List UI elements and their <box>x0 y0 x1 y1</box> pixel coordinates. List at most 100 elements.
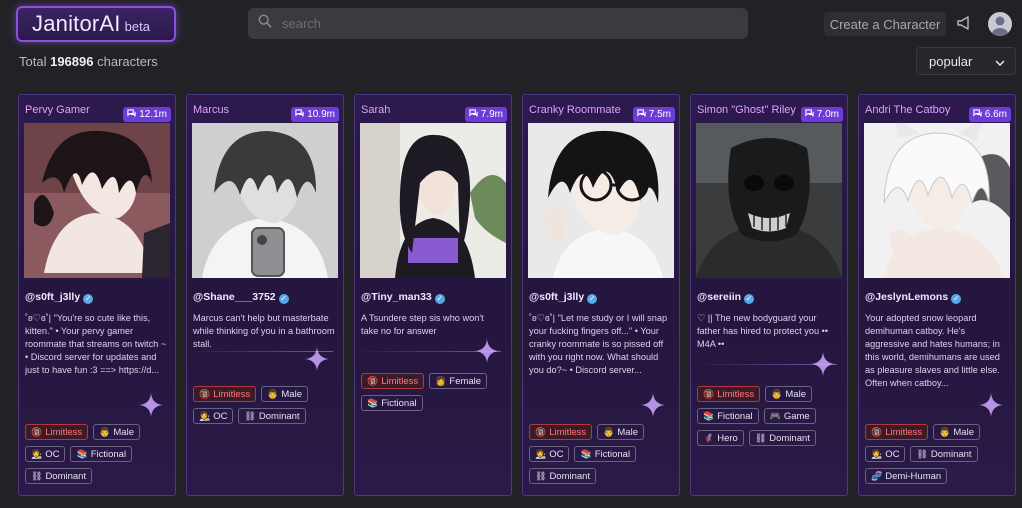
character-card[interactable]: Cranky Roommate 7.5m @s0ft_j3lly ✓ ˚ʚ♡ɞ˚|… <box>522 94 680 496</box>
tag-icon: 👨 <box>267 388 279 399</box>
tag-female[interactable]: 👩 Female <box>429 373 488 389</box>
search-input[interactable] <box>282 16 722 31</box>
tag-fictional[interactable]: 📚 Fictional <box>697 408 759 424</box>
sparkle-icon <box>475 339 499 363</box>
tag-label: Limitless <box>717 388 755 400</box>
sparkle-icon <box>811 352 835 376</box>
janitorai-logo[interactable]: JanitorAI beta <box>16 6 176 42</box>
tag-label: Demi-Human <box>885 470 942 482</box>
character-name[interactable]: Andri The Catboy <box>865 104 950 116</box>
user-avatar[interactable] <box>988 12 1012 36</box>
sort-dropdown[interactable]: popular <box>916 47 1016 75</box>
tag-icon: 📚 <box>703 410 715 421</box>
character-portrait[interactable] <box>528 123 674 278</box>
tag-limitless[interactable]: 🔞 Limitless <box>193 386 257 402</box>
chat-bubble-icon <box>127 109 136 120</box>
character-portrait[interactable] <box>864 123 1010 278</box>
character-portrait[interactable] <box>696 123 842 278</box>
tag-male[interactable]: 👨 Male <box>93 424 140 440</box>
tag-limitless[interactable]: 🔞 Limitless <box>865 424 929 440</box>
author-name[interactable]: @JeslynLemons <box>865 291 948 303</box>
tag-limitless[interactable]: 🔞 Limitless <box>529 424 593 440</box>
tag-label: Limitless <box>381 375 419 387</box>
tag-icon: 🧑‍🎨 <box>31 448 43 459</box>
author-link[interactable]: @s0ft_j3lly ✓ <box>25 291 94 304</box>
tag-limitless[interactable]: 🔞 Limitless <box>25 424 89 440</box>
character-name[interactable]: Marcus <box>193 104 229 116</box>
tag-fictional[interactable]: 📚 Fictional <box>70 446 133 462</box>
character-name[interactable]: Pervy Gamer <box>25 104 90 116</box>
tag-male[interactable]: 👨 Male <box>597 424 644 440</box>
tag-game[interactable]: 🎮 Game <box>763 408 816 424</box>
author-name[interactable]: @sereiin <box>697 291 741 303</box>
author-name[interactable]: @Tiny_man33 <box>361 291 432 303</box>
announcements-icon[interactable] <box>956 15 972 31</box>
tag-icon: 👨 <box>603 426 615 437</box>
character-name[interactable]: Simon "Ghost" Riley <box>697 104 796 116</box>
tag-icon: 👨 <box>771 388 783 399</box>
character-card[interactable]: Marcus 10.9m @Shane___3752 ✓ Marcus can't… <box>186 94 344 496</box>
sort-selected-value: popular <box>929 53 973 69</box>
tag-dominant[interactable]: ⛓ Dominant <box>238 408 306 424</box>
author-link[interactable]: @Tiny_man33 ✓ <box>361 291 445 304</box>
tag-male[interactable]: 👨 Male <box>933 424 980 440</box>
tag-label: Fictional <box>594 448 631 460</box>
tag-limitless[interactable]: 🔞 Limitless <box>697 386 761 402</box>
tag-demi-human[interactable]: 🧬 Demi-Human <box>865 468 948 484</box>
tag-icon: 🦸 <box>703 432 715 443</box>
tag-dominant[interactable]: ⛓ Dominant <box>748 430 816 446</box>
tag-dominant[interactable]: ⛓ Dominant <box>25 468 93 484</box>
chat-bubble-icon <box>469 109 478 120</box>
tag-oc[interactable]: 🧑‍🎨 OC <box>193 408 234 424</box>
character-card[interactable]: Simon "Ghost" Riley 7.0m @sereiin ✓ ♡ || … <box>690 94 848 496</box>
sparkle-icon <box>139 393 163 417</box>
character-portrait[interactable] <box>360 123 506 278</box>
tag-label: Fictional <box>717 410 753 422</box>
tag-limitless[interactable]: 🔞 Limitless <box>361 373 425 389</box>
author-link[interactable]: @s0ft_j3lly ✓ <box>529 291 598 304</box>
tag-icon: 🎮 <box>769 410 781 421</box>
chat-count-badge: 7.5m <box>632 107 675 122</box>
tag-male[interactable]: 👨 Male <box>261 386 308 402</box>
tag-oc[interactable]: 🧑‍🎨 OC <box>529 446 570 462</box>
tag-icon: ⛓ <box>31 470 43 481</box>
character-portrait[interactable] <box>192 123 338 278</box>
tag-label: Dominant <box>930 448 972 460</box>
author-name[interactable]: @Shane___3752 <box>193 291 276 303</box>
character-name[interactable]: Cranky Roommate <box>529 104 621 116</box>
chat-bubble-icon <box>295 109 304 120</box>
tag-icon: 📚 <box>580 448 592 459</box>
character-card[interactable]: Pervy Gamer 12.1m @s0ft_j3lly ✓ ˚ʚ♡ɞ˚| "Y… <box>18 94 176 496</box>
tag-dominant[interactable]: ⛓ Dominant <box>529 468 597 484</box>
tag-icon: 🔞 <box>367 375 379 386</box>
author-link[interactable]: @JeslynLemons ✓ <box>865 291 962 304</box>
tag-fictional[interactable]: 📚 Fictional <box>361 395 423 411</box>
tag-fictional[interactable]: 📚 Fictional <box>574 446 637 462</box>
tag-label: Limitless <box>45 426 83 438</box>
tag-icon: 🔞 <box>703 388 715 399</box>
chat-count: 7.0m <box>816 109 839 120</box>
character-card[interactable]: Sarah 7.9m @Tiny_man33 ✓ A Tsundere step … <box>354 94 512 496</box>
verified-icon: ✓ <box>744 294 755 304</box>
tag-icon: 👨 <box>99 426 111 437</box>
character-name[interactable]: Sarah <box>361 104 390 116</box>
author-name[interactable]: @s0ft_j3lly <box>25 291 80 303</box>
tag-icon: 🧑‍🎨 <box>199 410 211 421</box>
create-character-button[interactable]: Create a Character <box>824 12 946 36</box>
tag-hero[interactable]: 🦸 Hero <box>697 430 744 446</box>
chat-bubble-icon <box>805 109 814 120</box>
author-name[interactable]: @s0ft_j3lly <box>529 291 584 303</box>
tag-icon: 📚 <box>76 448 88 459</box>
next-row-edge <box>0 500 1022 508</box>
search-bar[interactable] <box>248 8 748 39</box>
verified-icon: ✓ <box>278 294 289 304</box>
tag-dominant[interactable]: ⛓ Dominant <box>910 446 978 462</box>
character-portrait[interactable] <box>24 123 170 278</box>
tag-male[interactable]: 👨 Male <box>765 386 812 402</box>
character-card[interactable]: Andri The Catboy 6.6m @JeslynLemons ✓ You… <box>858 94 1016 496</box>
tag-oc[interactable]: 🧑‍🎨 OC <box>865 446 906 462</box>
author-link[interactable]: @sereiin ✓ <box>697 291 755 304</box>
tag-oc[interactable]: 🧑‍🎨 OC <box>25 446 66 462</box>
author-link[interactable]: @Shane___3752 ✓ <box>193 291 289 304</box>
sparkle-icon <box>305 347 329 371</box>
